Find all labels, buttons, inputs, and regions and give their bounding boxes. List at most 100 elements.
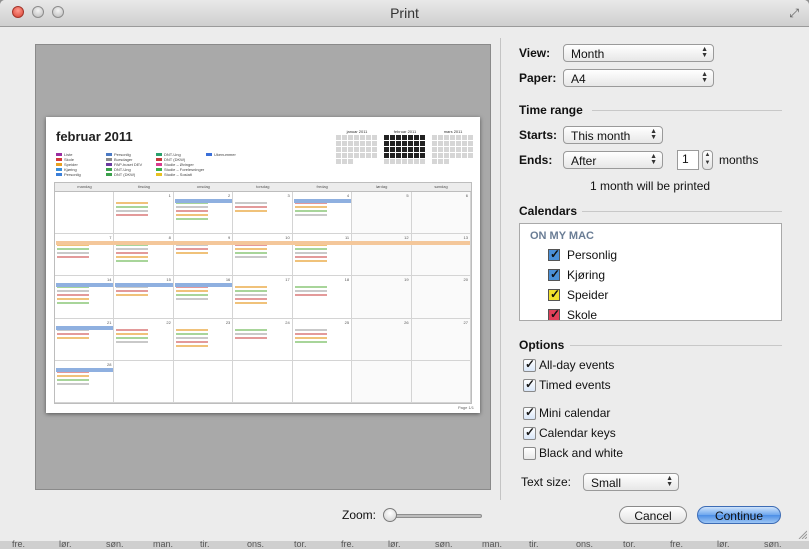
- all-day-event-bar: [174, 199, 233, 203]
- mini-day: [468, 147, 473, 152]
- ends-count-field[interactable]: 1: [677, 150, 699, 170]
- mini-day: [456, 141, 461, 146]
- paper-label: Paper:: [519, 71, 557, 85]
- option-label: Mini calendar: [539, 406, 611, 420]
- event-line: [57, 332, 89, 335]
- legend-swatch: [56, 158, 62, 162]
- legend-swatch: [156, 173, 162, 177]
- time-range-separator: [592, 110, 782, 111]
- mini-day: [414, 147, 419, 152]
- mini-day: [462, 153, 467, 158]
- calendar-checkbox[interactable]: ✓: [548, 247, 560, 261]
- view-popup[interactable]: Month ▲ ▼: [563, 44, 714, 62]
- background-day-label: fre.: [12, 539, 26, 549]
- day-number: 2: [228, 193, 231, 198]
- mini-day: [456, 135, 461, 140]
- checkmark-icon: ✓: [550, 267, 561, 281]
- event-line: [235, 206, 268, 208]
- ends-popup-value: After: [571, 154, 597, 168]
- mini-day: [414, 135, 419, 140]
- starts-label: Starts:: [519, 128, 558, 142]
- calendar-checkbox[interactable]: ✓: [548, 307, 560, 320]
- day-number: 24: [285, 319, 290, 325]
- popup-arrows-icon: ▲ ▼: [650, 128, 657, 141]
- legend-swatch: [56, 173, 62, 177]
- preview-month-grid: mandag tirsdag onsdag torsdag fredag lørdag sø…: [54, 182, 472, 404]
- starts-popup[interactable]: This month ▲ ▼: [563, 126, 663, 144]
- option-checkbox[interactable]: [523, 447, 536, 460]
- option-checkbox[interactable]: ✓: [523, 425, 536, 440]
- event-line: [235, 328, 268, 331]
- event-line: [294, 328, 327, 331]
- event-line: [116, 214, 149, 216]
- event-line: [116, 202, 149, 204]
- event-line: [116, 340, 149, 343]
- starts-popup-value: This month: [571, 129, 631, 143]
- mini-day: [402, 159, 407, 164]
- zoom-slider-track[interactable]: [386, 514, 482, 518]
- event-line: [175, 248, 208, 251]
- mini-day: [372, 141, 377, 146]
- mini-day: [444, 135, 449, 140]
- day-number: 23: [225, 319, 231, 325]
- event-line: [116, 328, 149, 331]
- event-line: [57, 294, 89, 297]
- calendar-name: Kjøring: [567, 268, 606, 282]
- day-cell: [114, 360, 174, 403]
- mini-day: [348, 135, 353, 140]
- mini-day: [420, 159, 425, 164]
- day-cell: 6: [411, 192, 471, 235]
- event-line: [235, 302, 268, 305]
- option-checkbox[interactable]: ✓: [523, 405, 536, 420]
- day-number: 6: [465, 193, 468, 198]
- background-day-label: man.: [482, 539, 503, 549]
- background-day-label: ons.: [576, 539, 594, 549]
- ends-count-stepper[interactable]: ▲ ▼: [702, 150, 713, 170]
- mini-day: [414, 153, 419, 158]
- event-line: [235, 252, 268, 255]
- mini-day: [396, 141, 401, 146]
- checkmark-icon: ✓: [525, 405, 536, 419]
- mini-day: [432, 159, 437, 164]
- option-checkbox[interactable]: ✓: [523, 377, 536, 392]
- option-label: Calendar keys: [539, 426, 616, 440]
- legend-swatch: [56, 168, 62, 172]
- all-day-event-bar: [174, 283, 233, 288]
- background-day-label: søn.: [435, 539, 453, 549]
- day-number: 26: [404, 319, 409, 325]
- event-line: [294, 256, 327, 259]
- mini-day: [372, 135, 377, 140]
- mini-day: [456, 159, 461, 164]
- calendar-checkbox[interactable]: ✓: [548, 267, 561, 281]
- calendar-checkbox[interactable]: ✓: [548, 287, 560, 301]
- calendars-separator: [582, 211, 782, 212]
- event-line: [235, 336, 268, 339]
- calendars-list[interactable]: ON MY MAC ✓ Personlig ✓ Kjøring ✓ Speider ✓ Sko…: [519, 223, 782, 321]
- mini-day: [396, 147, 401, 152]
- mini-day: [366, 159, 371, 164]
- ends-popup[interactable]: After ▲ ▼: [563, 151, 663, 169]
- event-line: [175, 290, 208, 293]
- event-line: [57, 256, 89, 259]
- text-size-popup[interactable]: Small ▲ ▼: [583, 473, 679, 491]
- event-line: [116, 210, 149, 212]
- event-line: [116, 252, 149, 255]
- continue-button[interactable]: Continue: [697, 506, 781, 524]
- mini-day: [432, 153, 437, 158]
- print-dialog: Print ⤢ februar 2011 Liste Skole Speider Kj…: [0, 0, 809, 541]
- mini-day: [468, 141, 473, 146]
- option-checkbox[interactable]: ✓: [523, 357, 536, 372]
- legend-label: Ukenummer: [214, 152, 236, 157]
- legend-swatch: [156, 158, 162, 162]
- resize-grip-icon[interactable]: [797, 529, 807, 539]
- event-line: [294, 214, 327, 216]
- zoom-slider-knob[interactable]: [383, 508, 397, 522]
- day-number: 17: [285, 277, 290, 283]
- paper-popup[interactable]: A4 ▲ ▼: [563, 69, 714, 87]
- fullscreen-icon[interactable]: ⤢: [789, 6, 799, 21]
- cancel-button[interactable]: Cancel: [619, 506, 687, 524]
- mini-day: [390, 147, 395, 152]
- mini-day: [444, 153, 449, 158]
- mini-day: [354, 135, 359, 140]
- mini-day: [444, 159, 449, 164]
